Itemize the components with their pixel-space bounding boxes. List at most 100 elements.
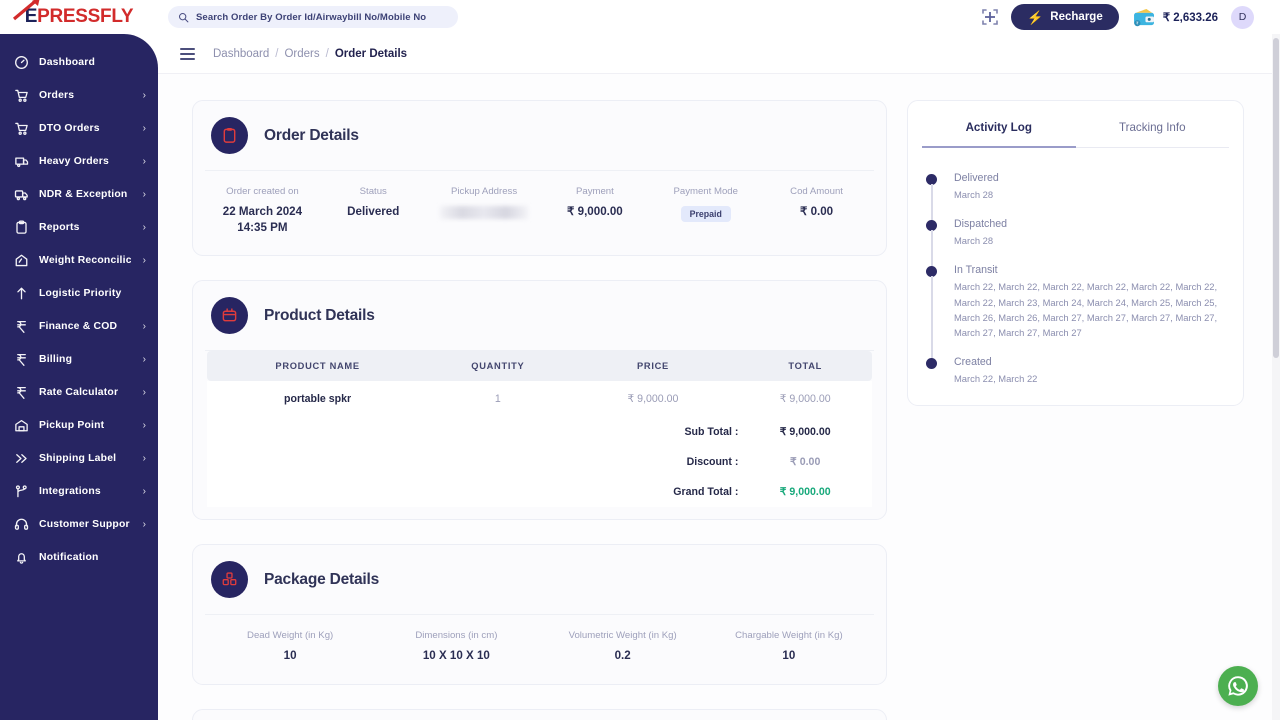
column-header: TOTAL <box>738 351 872 381</box>
search-input[interactable]: Search Order By Order Id/Airwaybill No/M… <box>168 6 458 28</box>
chevron-right-icon: › <box>143 354 146 365</box>
hamburger-menu-icon[interactable] <box>180 48 195 60</box>
main-content: Order Details Order created on22 March 2… <box>158 74 1272 720</box>
sidebar-item-label: Rate Calculator <box>39 387 131 398</box>
sidebar-item-integrations[interactable]: Integrations› <box>0 475 158 508</box>
sidebar-item-reports[interactable]: Reports› <box>0 211 158 244</box>
sidebar-item-heavy-orders[interactable]: Heavy Orders› <box>0 145 158 178</box>
sidebar-item-shipping-label[interactable]: Shipping Label › <box>0 442 158 475</box>
sidebar-item-label: Pickup Point <box>39 420 131 431</box>
cart-icon <box>14 121 29 136</box>
breadcrumb-separator: / <box>326 48 329 60</box>
product-details-title: Product Details <box>264 307 375 325</box>
sidebar-item-label: Weight Reconcilic <box>39 255 131 266</box>
timeline-item-created: Created March 22, March 22 <box>924 356 1227 386</box>
chevron-right-icon: › <box>143 420 146 431</box>
activity-timeline: Delivered March 28 Dispatched March 28 I… <box>908 148 1243 391</box>
table-cell: 1 <box>428 381 567 417</box>
breadcrumb-item-orders[interactable]: Orders <box>284 48 319 60</box>
arrow-up-icon <box>14 286 29 301</box>
timeline-connector <box>931 184 933 222</box>
sidebar-item-notification[interactable]: Notification <box>0 541 158 574</box>
field-label: Payment Mode <box>650 185 761 199</box>
breadcrumb-item-dashboard[interactable]: Dashboard <box>213 48 269 60</box>
field-label: Dimensions (in cm) <box>373 629 539 643</box>
cart-icon <box>14 88 29 103</box>
product-table-head: PRODUCT NAMEQUANTITYPRICETOTAL <box>207 351 872 381</box>
whatsapp-button[interactable] <box>1218 666 1258 706</box>
bell-icon <box>14 550 29 565</box>
sidebar: DashboardOrders›DTO Orders›Heavy Orders›… <box>0 34 158 720</box>
recharge-button[interactable]: ⚡ Recharge <box>1011 4 1119 30</box>
product-table-body: portable spkr1₹ 9,000.00₹ 9,000.00Sub To… <box>207 381 872 507</box>
right-column: Activity LogTracking Info Delivered Marc… <box>907 100 1244 406</box>
spacer-cell <box>207 477 568 507</box>
sidebar-item-dashboard[interactable]: Dashboard <box>0 46 158 79</box>
logo-text: EPRESSFLY <box>25 6 134 28</box>
sidebar-item-weight-reconcilic[interactable]: Weight Reconcilic› <box>0 244 158 277</box>
whatsapp-icon <box>1226 674 1250 698</box>
avatar-initial: D <box>1239 11 1247 23</box>
sidebar-item-label: Shipping Label <box>39 453 131 464</box>
order-details-title: Order Details <box>264 127 359 145</box>
sidebar-item-logistic-priority[interactable]: Logistic Priority <box>0 277 158 310</box>
sidebar-item-rate-calculator[interactable]: Rate Calculator› <box>0 376 158 409</box>
tab-tracking-info[interactable]: Tracking Info <box>1076 101 1230 148</box>
product-details-card: Product Details PRODUCT NAMEQUANTITYPRIC… <box>192 280 887 520</box>
summary-label: Grand Total : <box>568 477 739 507</box>
app-logo[interactable]: EPRESSFLY <box>0 0 158 34</box>
sidebar-item-dto-orders[interactable]: DTO Orders› <box>0 112 158 145</box>
field-label: Payment <box>539 185 650 199</box>
page-scrollbar[interactable] <box>1272 34 1280 720</box>
sidebar-item-billing[interactable]: Billing› <box>0 343 158 376</box>
summary-value: ₹ 9,000.00 <box>738 477 872 507</box>
tab-activity-log[interactable]: Activity Log <box>922 101 1076 148</box>
chevron-right-icon: › <box>143 90 146 101</box>
branch-icon <box>14 484 29 499</box>
delivery-truck-icon <box>14 187 29 202</box>
chevron-right-icon: › <box>143 519 146 530</box>
column-header: PRICE <box>568 351 739 381</box>
chevron-right-icon: › <box>143 453 146 464</box>
rupee-icon <box>14 352 29 367</box>
sidebar-item-label: Logistic Priority <box>39 288 146 299</box>
breadcrumb-bar: Dashboard / Orders / Order Details <box>158 34 1280 74</box>
avatar[interactable]: D <box>1231 6 1254 29</box>
breadcrumb-separator: / <box>275 48 278 60</box>
timeline-dot-icon <box>926 358 937 369</box>
logo-text-part1: E <box>25 6 37 27</box>
recharge-label: Recharge <box>1050 11 1102 23</box>
order-details-card: Order Details Order created on22 March 2… <box>192 100 887 256</box>
search-placeholder: Search Order By Order Id/Airwaybill No/M… <box>196 12 426 23</box>
collapse-icon[interactable] <box>982 9 998 25</box>
field-label: Order created on <box>207 185 318 199</box>
order-field-payment-mode: Payment ModePrepaid <box>650 185 761 235</box>
shipping-details-header: Shipping Details <box>193 710 886 720</box>
rupee-icon <box>14 385 29 400</box>
sidebar-item-label: DTO Orders <box>39 123 131 134</box>
column-header: QUANTITY <box>428 351 567 381</box>
field-value: ₹ 9,000.00 <box>539 204 650 220</box>
breadcrumb: Dashboard / Orders / Order Details <box>213 48 407 60</box>
redacted-value <box>440 206 528 219</box>
sidebar-item-pickup-point[interactable]: Pickup Point › <box>0 409 158 442</box>
chevron-right-icon: › <box>143 321 146 332</box>
table-cell: ₹ 9,000.00 <box>738 381 872 417</box>
wallet-balance-group[interactable]: ₹ ₹ 2,633.26 <box>1132 8 1218 27</box>
scrollbar-thumb[interactable] <box>1273 38 1279 358</box>
field-value: ₹ 0.00 <box>761 204 872 220</box>
field-label: Status <box>318 185 429 199</box>
timeline-title: Created <box>954 356 1227 368</box>
field-label: Cod Amount <box>761 185 872 199</box>
activity-panel: Activity LogTracking Info Delivered Marc… <box>907 100 1244 406</box>
sidebar-item-orders[interactable]: Orders› <box>0 79 158 112</box>
sidebar-item-finance-cod[interactable]: Finance & COD› <box>0 310 158 343</box>
order-field-order-created-on: Order created on22 March 202414:35 PM <box>207 185 318 235</box>
sidebar-item-customer-suppor[interactable]: Customer Suppor› <box>0 508 158 541</box>
field-label: Chargable Weight (in Kg) <box>706 629 872 643</box>
column-header: PRODUCT NAME <box>207 351 428 381</box>
spacer-cell <box>207 417 568 447</box>
timeline-dates: March 28 <box>954 187 1227 202</box>
sidebar-item-ndr-exception[interactable]: NDR & Exception› <box>0 178 158 211</box>
shipping-details-card: Shipping Details <box>192 709 887 720</box>
